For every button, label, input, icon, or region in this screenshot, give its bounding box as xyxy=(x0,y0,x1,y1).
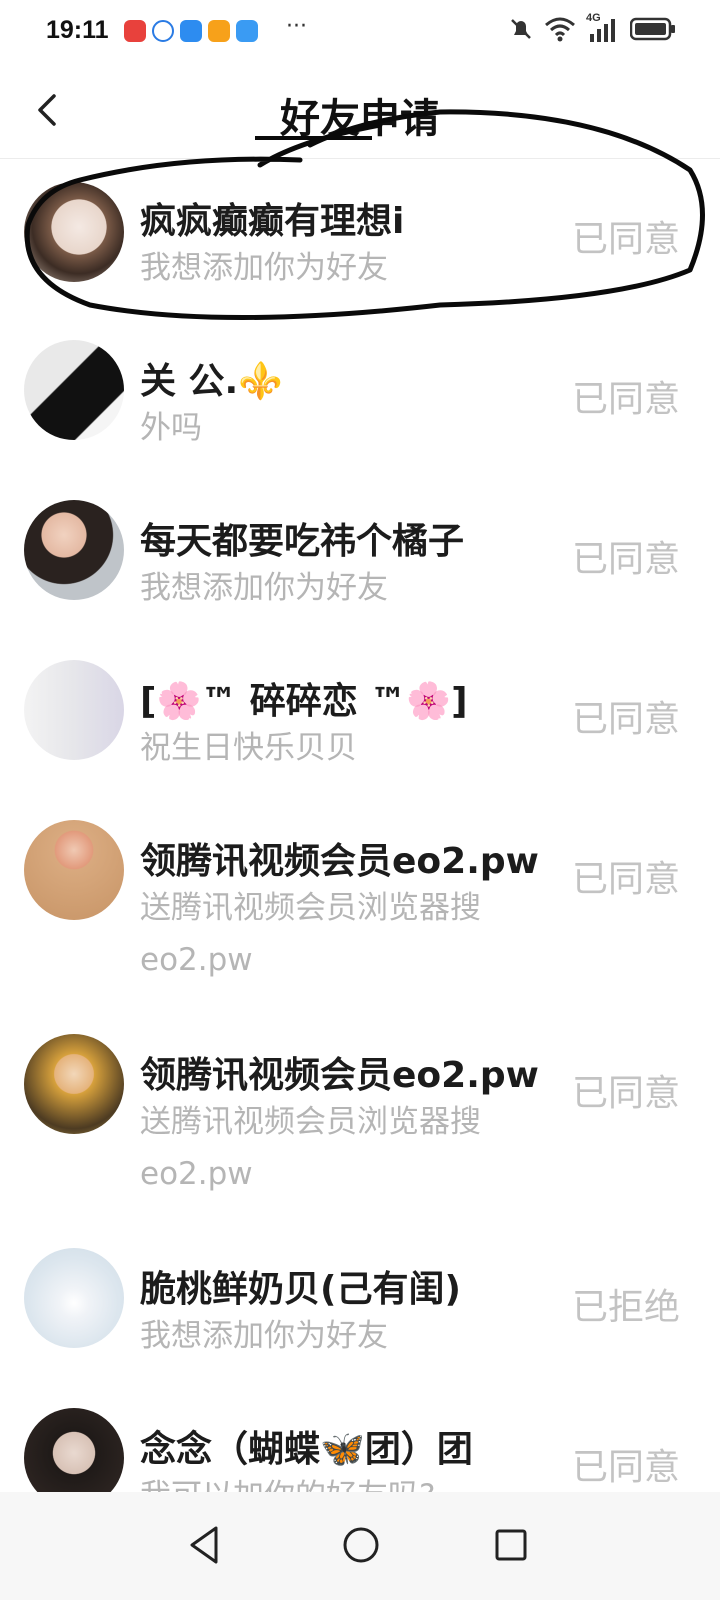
status-time: 19:11 xyxy=(46,16,109,44)
requester-name: [🌸™ 碎碎恋 ™🌸] xyxy=(140,681,468,722)
request-message: 祝生日快乐贝贝 xyxy=(140,730,357,766)
request-message: 送腾讯视频会员浏览器搜eo2.pw xyxy=(140,1104,481,1192)
request-status: 已同意 xyxy=(571,699,680,740)
orange-play-icon xyxy=(208,20,230,42)
system-navigation-bar xyxy=(0,1492,720,1600)
request-status: 已同意 xyxy=(571,539,680,580)
recents-square-icon[interactable] xyxy=(486,1520,536,1570)
request-status: 已同意 xyxy=(571,1447,680,1488)
blue-app-icon xyxy=(152,20,174,42)
more-notifications-icon: ··· xyxy=(286,14,307,39)
request-status: 已拒绝 xyxy=(571,1287,680,1328)
request-message: 我想添加你为好友 xyxy=(140,570,388,606)
request-message: 我可以加你的好友吗? xyxy=(140,1470,540,1492)
request-status: 已同意 xyxy=(571,219,680,260)
avatar[interactable] xyxy=(24,500,124,600)
weather-icon xyxy=(180,20,202,42)
list-item[interactable]: 关 公.⚜️ 外吗 已同意 xyxy=(0,318,720,478)
requester-name: 脆桃鲜奶贝(己有闺) xyxy=(140,1269,461,1310)
list-item[interactable]: 每天都要吃祎个橘子 我想添加你为好友 已同意 xyxy=(0,478,720,638)
avatar[interactable] xyxy=(24,1408,124,1492)
red-app-icon xyxy=(124,20,146,42)
avatar[interactable] xyxy=(24,660,124,760)
avatar[interactable] xyxy=(24,1034,124,1134)
status-bar: 19:11 ··· 4G xyxy=(0,0,720,66)
avatar[interactable] xyxy=(24,820,124,920)
page-title: 好友申请 xyxy=(280,96,440,142)
list-item[interactable]: 疯疯癫癫有理想i 我想添加你为好友 已同意 xyxy=(0,158,720,318)
request-message: 我想添加你为好友 xyxy=(140,1318,388,1354)
list-item[interactable]: 念念（蝴蝶🦋团）团 我可以加你的好友吗? 已同意 xyxy=(0,1386,720,1492)
list-item[interactable]: 领腾讯视频会员eo2.pw 送腾讯视频会员浏览器搜eo2.pw 已同意 xyxy=(0,798,720,1012)
request-message: 外吗 xyxy=(140,410,202,446)
back-triangle-icon[interactable] xyxy=(180,1520,230,1570)
requester-name: 领腾讯视频会员eo2.pw xyxy=(140,841,539,882)
request-message: 送腾讯视频会员浏览器搜eo2.pw xyxy=(140,890,481,978)
list-item[interactable]: [🌸™ 碎碎恋 ™🌸] 祝生日快乐贝贝 已同意 xyxy=(0,638,720,798)
avatar[interactable] xyxy=(24,1248,124,1348)
requester-name: 每天都要吃祎个橘子 xyxy=(140,521,465,562)
requester-name: 关 公.⚜️ xyxy=(140,361,284,402)
request-status: 已同意 xyxy=(571,859,680,900)
requester-name: 疯疯癫癫有理想i xyxy=(140,201,405,242)
requester-name: 领腾讯视频会员eo2.pw xyxy=(140,1055,539,1096)
notification-icons xyxy=(124,20,258,42)
avatar[interactable] xyxy=(24,340,124,440)
list-item[interactable]: 领腾讯视频会员eo2.pw 送腾讯视频会员浏览器搜eo2.pw 已同意 xyxy=(0,1012,720,1226)
system-indicators: 4G xyxy=(508,12,676,42)
avatar[interactable] xyxy=(24,182,124,282)
cellular-signal-icon: 4G xyxy=(586,12,620,42)
wifi-icon xyxy=(545,17,575,42)
requester-name: 念念（蝴蝶🦋团）团 xyxy=(140,1429,473,1470)
battery-icon xyxy=(630,17,675,41)
cloud-icon xyxy=(236,20,258,42)
list-item[interactable]: 脆桃鲜奶贝(己有闺) 我想添加你为好友 已拒绝 xyxy=(0,1226,720,1386)
request-status: 已同意 xyxy=(571,1073,680,1114)
request-status: 已同意 xyxy=(571,379,680,420)
request-message: 我想添加你为好友 xyxy=(140,250,388,286)
mute-bell-icon xyxy=(511,19,531,39)
home-circle-icon[interactable] xyxy=(336,1520,386,1570)
header: 好友申请 xyxy=(0,66,720,159)
